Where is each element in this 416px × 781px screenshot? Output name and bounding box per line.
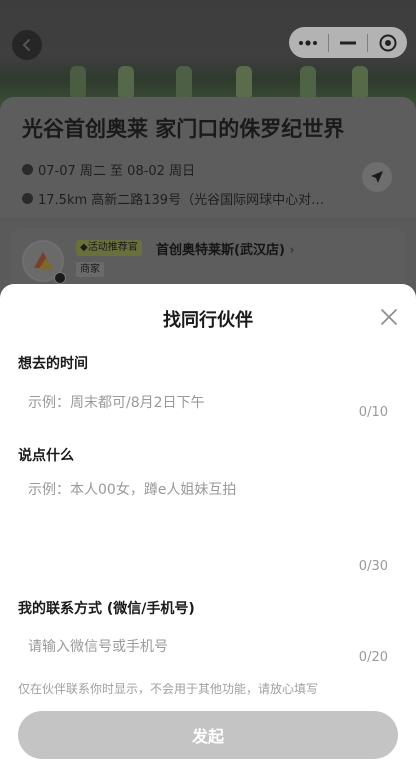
time-input[interactable] [18,388,398,418]
merchant-type-badge: 商家 [76,262,104,277]
find-partner-sheet: 找同行伙伴 想去的时间 0/10 说点什么 0/30 我的联系方式 (微信/手机… [0,284,416,781]
say-something-counter: 0/30 [358,559,388,574]
merchant-name[interactable]: 首创奥特莱斯(武汉店) › [156,239,295,258]
time-counter: 0/10 [358,405,388,420]
event-title: 光谷首创奥莱 家门口的侏罗纪世界 [22,117,345,141]
contact-label: 我的联系方式 (微信/手机号) [18,601,195,617]
more-dots-icon [299,39,318,46]
clock-icon [22,164,33,175]
close-button[interactable] [376,304,402,330]
contact-input[interactable] [18,632,398,662]
target-icon [379,34,397,51]
event-location: 17.5km 高新二路139号（光谷国际网球中心对… [38,193,325,208]
event-date: 07-07 周二 至 08-02 周日 [38,164,196,179]
event-date-row: 07-07 周二 至 08-02 周日 [22,160,195,179]
minimize-button[interactable] [329,27,368,58]
time-label: 想去的时间 [18,356,88,372]
close-icon [381,309,397,325]
recommender-tag: ◆活动推荐官 [76,240,142,256]
contact-counter: 0/20 [358,650,388,665]
chevron-left-icon [22,39,30,51]
sheet-title: 找同行伙伴 [163,310,253,331]
navigate-button[interactable] [362,162,392,192]
more-button[interactable] [289,27,328,58]
privacy-hint: 仅在伙伴联系你时显示，不会用于其他功能，请放心填写 [18,682,319,696]
back-button[interactable] [12,30,42,60]
say-something-textarea[interactable] [18,480,398,550]
mini-program-capsule [289,27,407,58]
submit-button[interactable]: 发起 [18,711,398,759]
merchant-name-text: 首创奥特莱斯(武汉店) [156,243,285,258]
verified-badge-icon [54,272,66,284]
navigation-arrow-icon [371,171,383,183]
say-something-label: 说点什么 [18,448,74,464]
chevron-right-icon: › [289,243,295,258]
minimize-icon [340,41,356,44]
location-pin-icon [22,193,33,204]
event-location-row[interactable]: 17.5km 高新二路139号（光谷国际网球中心对… [22,189,324,208]
close-miniprogram-button[interactable] [368,27,407,58]
